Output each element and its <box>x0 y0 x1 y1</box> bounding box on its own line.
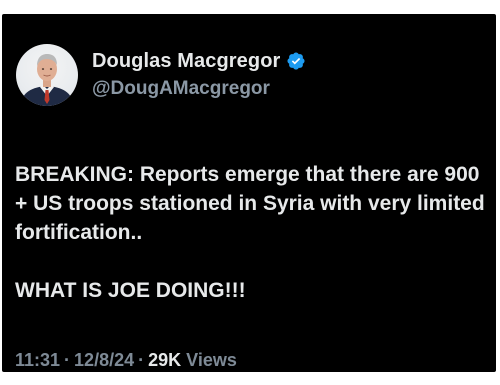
views-count: 29K <box>148 349 182 370</box>
meta-separator: · <box>64 349 71 370</box>
tweet-card: Douglas Macgregor @DougAMacgregor BREAKI… <box>2 14 496 372</box>
avatar-portrait-icon <box>20 54 74 106</box>
tweet-paragraph: WHAT IS JOE DOING!!! <box>15 279 246 302</box>
views-label: Views <box>186 349 237 370</box>
tweet-text: BREAKING: Reports emerge that there are … <box>15 160 489 305</box>
tweet-paragraph: BREAKING: Reports emerge that there are … <box>15 163 485 244</box>
avatar[interactable] <box>16 44 78 106</box>
author-display-name[interactable]: Douglas Macgregor <box>92 50 280 73</box>
author-name-row: Douglas Macgregor <box>92 47 306 75</box>
tweet-date[interactable]: 12/8/24 <box>74 350 134 371</box>
tweet-time[interactable]: 11:31 <box>15 350 60 371</box>
meta-separator: · <box>138 349 145 370</box>
author-handle[interactable]: @DougAMacgregor <box>92 78 270 100</box>
verified-badge-icon <box>286 51 306 71</box>
tweet-metadata: 11:31 · 12/8/24 · 29K Views <box>15 348 237 372</box>
